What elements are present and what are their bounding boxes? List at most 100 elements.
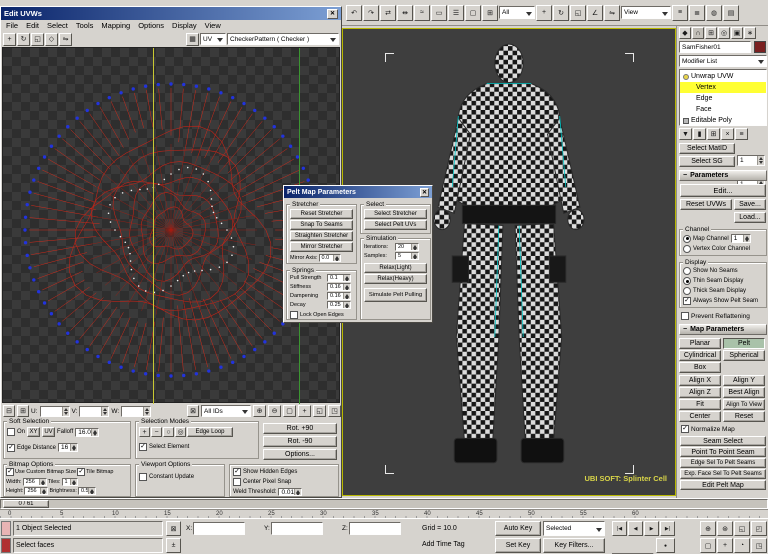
box-button[interactable]: Box	[679, 362, 721, 373]
rotate-icon[interactable]: ↻	[553, 4, 569, 21]
spherical-button[interactable]: Spherical	[723, 350, 765, 361]
configure-modifier-icon[interactable]: ≡	[735, 128, 748, 140]
absolute-offset-mode-icon[interactable]: ±	[166, 538, 181, 553]
mirror-icon[interactable]: ⇋	[604, 4, 620, 21]
grid-snap-icon[interactable]: ⊞	[17, 405, 29, 417]
object-name-field[interactable]: SamFisher01	[679, 41, 751, 53]
select-matid-button[interactable]: Select MatID	[679, 143, 735, 154]
straighten-stretcher-button[interactable]: Straighten Stretcher	[290, 231, 353, 241]
zoom-extents-all-icon[interactable]: ◰	[751, 521, 767, 536]
unlink-icon[interactable]: ⇹	[397, 4, 413, 21]
layer-manager-icon[interactable]: ≣	[689, 4, 705, 21]
scale-icon[interactable]: ◱	[570, 4, 586, 21]
show-end-result-icon[interactable]: ▮	[693, 128, 706, 140]
tab-utilities-icon[interactable]: ∗	[744, 27, 756, 39]
tab-create-icon[interactable]: ◆	[679, 27, 691, 39]
menu-mapping[interactable]: Mapping	[98, 21, 133, 30]
map-channel-radio[interactable]	[683, 234, 691, 243]
tab-display-icon[interactable]: ▣	[731, 27, 743, 39]
brightness-spinner[interactable]: 0.5	[77, 487, 96, 495]
save-uvws-button[interactable]: Save...	[734, 199, 766, 210]
falloff-spinner[interactable]: 16.0	[75, 427, 100, 437]
weld-threshold-spinner[interactable]: 0.01	[278, 488, 303, 496]
lightbulb-icon[interactable]	[683, 73, 689, 80]
arc-rotate-icon[interactable]: ◔	[734, 538, 750, 553]
show-no-seams-radio[interactable]	[683, 267, 691, 275]
menu-edit[interactable]: Edit	[23, 21, 42, 30]
move-icon[interactable]: +	[536, 4, 552, 21]
shrink-selection-icon[interactable]: −	[151, 427, 162, 437]
tab-modify-icon[interactable]: ∩	[692, 27, 704, 39]
absolute-mode-icon[interactable]: ⊟	[3, 405, 15, 417]
modifier-list-dropdown[interactable]: Modifier List	[679, 55, 767, 67]
center-button[interactable]: Center	[679, 411, 721, 422]
normalize-map-checkbox[interactable]	[681, 425, 689, 433]
selection-filter-dropdown[interactable]: All	[499, 6, 535, 19]
grow-selection-icon[interactable]: +	[139, 427, 150, 437]
material-editor-icon[interactable]: ◍	[706, 4, 722, 21]
loop-selection-icon[interactable]: ◎	[175, 427, 186, 437]
redo-icon[interactable]: ↷	[363, 4, 379, 21]
stiffness-spinner[interactable]: 0.16	[327, 283, 351, 291]
rotate-icon[interactable]: ↻	[17, 32, 30, 46]
use-custom-bitmap-size-checkbox[interactable]	[6, 468, 14, 476]
edge-loop-button[interactable]: Edge Loop	[187, 427, 233, 437]
close-icon[interactable]: ✕	[420, 187, 429, 197]
planar-button[interactable]: Planar	[679, 338, 721, 349]
pin-stack-icon[interactable]: ▼	[679, 128, 692, 140]
w-field[interactable]	[121, 405, 152, 417]
mirror-icon[interactable]: ⇋	[59, 32, 72, 46]
set-key-button[interactable]: Set Key	[495, 538, 541, 553]
undo-icon[interactable]: ↶	[346, 4, 362, 21]
material-id-filter-dropdown[interactable]: All IDs	[201, 405, 251, 417]
render-icon[interactable]: ▤	[723, 4, 739, 21]
cylindrical-button[interactable]: Cylindrical	[679, 350, 721, 361]
select-by-name-icon[interactable]: ☰	[448, 4, 464, 21]
simulate-pelt-pulling-button[interactable]: Simulate Pelt Pulling	[364, 288, 427, 302]
reset-stretcher-button[interactable]: Reset Stretcher	[290, 209, 353, 219]
align-x-button[interactable]: Align X	[679, 375, 721, 386]
exp-face-sel-to-pelt-seams-button[interactable]: Exp. Face Sel To Pelt Seams	[680, 469, 766, 479]
menu-file[interactable]: File	[3, 21, 21, 30]
zoom-all-icon[interactable]: ⊛	[717, 521, 733, 536]
relax-light-button[interactable]: Relax(Light)	[364, 263, 427, 273]
options-button[interactable]: Options...	[263, 449, 337, 460]
crossing-toggle-icon[interactable]: ⊞	[482, 4, 498, 21]
menu-options[interactable]: Options	[135, 21, 167, 30]
auto-key-button[interactable]: Auto Key	[495, 521, 541, 536]
texture-dropdown[interactable]: CheckerPattern ( Checker )	[227, 33, 339, 45]
y-field[interactable]	[270, 522, 323, 535]
region-select-icon[interactable]: ▢	[465, 4, 481, 21]
menu-select[interactable]: Select	[44, 21, 71, 30]
freeform-icon[interactable]: ◇	[45, 32, 58, 46]
tile-bitmap-checkbox[interactable]	[77, 468, 86, 476]
soft-selection-on-checkbox[interactable]	[7, 428, 15, 436]
remove-modifier-icon[interactable]: ×	[721, 128, 734, 140]
v-field[interactable]	[79, 405, 110, 417]
menu-tools[interactable]: Tools	[73, 21, 97, 30]
zoom-extents-icon[interactable]: ◱	[313, 405, 326, 417]
zoom-region-icon[interactable]: ▢	[700, 538, 716, 553]
show-hidden-edges-checkbox[interactable]	[233, 468, 241, 476]
maxscript-listener-pane[interactable]	[1, 538, 11, 553]
fit-button[interactable]: Fit	[679, 399, 721, 410]
edit-uvws-button[interactable]: Edit...	[680, 184, 766, 197]
zoom-extents-icon[interactable]: ◱	[734, 521, 750, 536]
zoom-out-icon[interactable]: ⊖	[268, 405, 281, 417]
map-parameters-rollout-header[interactable]: Map Parameters	[679, 324, 767, 335]
zoom-selected-icon[interactable]: ◳	[328, 405, 341, 417]
x-field[interactable]	[193, 522, 246, 535]
ring-selection-icon[interactable]: ○	[163, 427, 174, 437]
rotate-minus-90-button[interactable]: Rot. -90	[263, 436, 337, 447]
dampening-spinner[interactable]: 0.16	[327, 292, 351, 300]
key-mode-toggle-icon[interactable]: ●	[656, 538, 675, 553]
stack-item-unwrap-uvw[interactable]: Unwrap UVW	[680, 71, 766, 82]
time-slider-track[interactable]: 0 / 61	[0, 499, 768, 509]
edge-sel-to-pelt-seams-button[interactable]: Edge Sel To Pelt Seams	[680, 458, 766, 468]
rotate-plus-90-button[interactable]: Rot. +90	[263, 423, 337, 434]
samples-spinner[interactable]: 5	[395, 252, 419, 260]
make-unique-icon[interactable]: ⊞	[707, 128, 720, 140]
pelt-button[interactable]: Pelt	[723, 338, 765, 349]
menu-display[interactable]: Display	[169, 21, 200, 30]
go-end-icon[interactable]: ▶|	[660, 521, 675, 536]
